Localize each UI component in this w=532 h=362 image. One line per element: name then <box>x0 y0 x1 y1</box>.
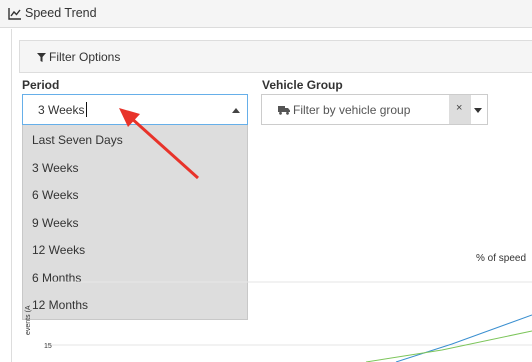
y-tick-label: 15 <box>44 343 52 350</box>
truck-icon <box>278 106 290 115</box>
series-line-blue <box>395 314 532 362</box>
annotation-arrow <box>119 108 200 180</box>
period-option-9-weeks[interactable]: 9 Weeks <box>32 216 78 230</box>
line-chart-icon <box>8 8 21 20</box>
speed-trend-header: Speed Trend <box>0 0 532 28</box>
vehicle-group-placeholder: Filter by vehicle group <box>293 103 411 117</box>
header-title: Speed Trend <box>25 6 97 20</box>
chevron-down-icon[interactable] <box>474 108 482 113</box>
chart-area: events (A 15 <box>25 281 532 362</box>
filter-icon <box>37 53 46 62</box>
filter-options-bar[interactable]: Filter Options <box>19 40 532 73</box>
clear-button[interactable]: × <box>449 95 471 124</box>
filter-options-title: Filter Options <box>49 50 121 64</box>
period-label: Period <box>22 78 60 92</box>
vehicle-group-label: Vehicle Group <box>262 78 343 92</box>
series-line-green <box>365 330 532 362</box>
vehicle-group-select[interactable]: Filter by vehicle group × <box>261 94 488 125</box>
period-option-12-weeks[interactable]: 12 Weeks <box>32 243 85 257</box>
text-cursor <box>86 102 87 117</box>
period-option-3-weeks[interactable]: 3 Weeks <box>32 161 78 175</box>
chart-subtitle: % of speed <box>476 253 527 264</box>
chevron-up-icon[interactable] <box>232 108 240 113</box>
period-option-6-weeks[interactable]: 6 Weeks <box>32 188 78 202</box>
close-icon[interactable]: × <box>456 102 462 114</box>
y-axis-label: events (A <box>25 305 32 335</box>
period-select-value[interactable]: 3 Weeks <box>38 103 84 117</box>
